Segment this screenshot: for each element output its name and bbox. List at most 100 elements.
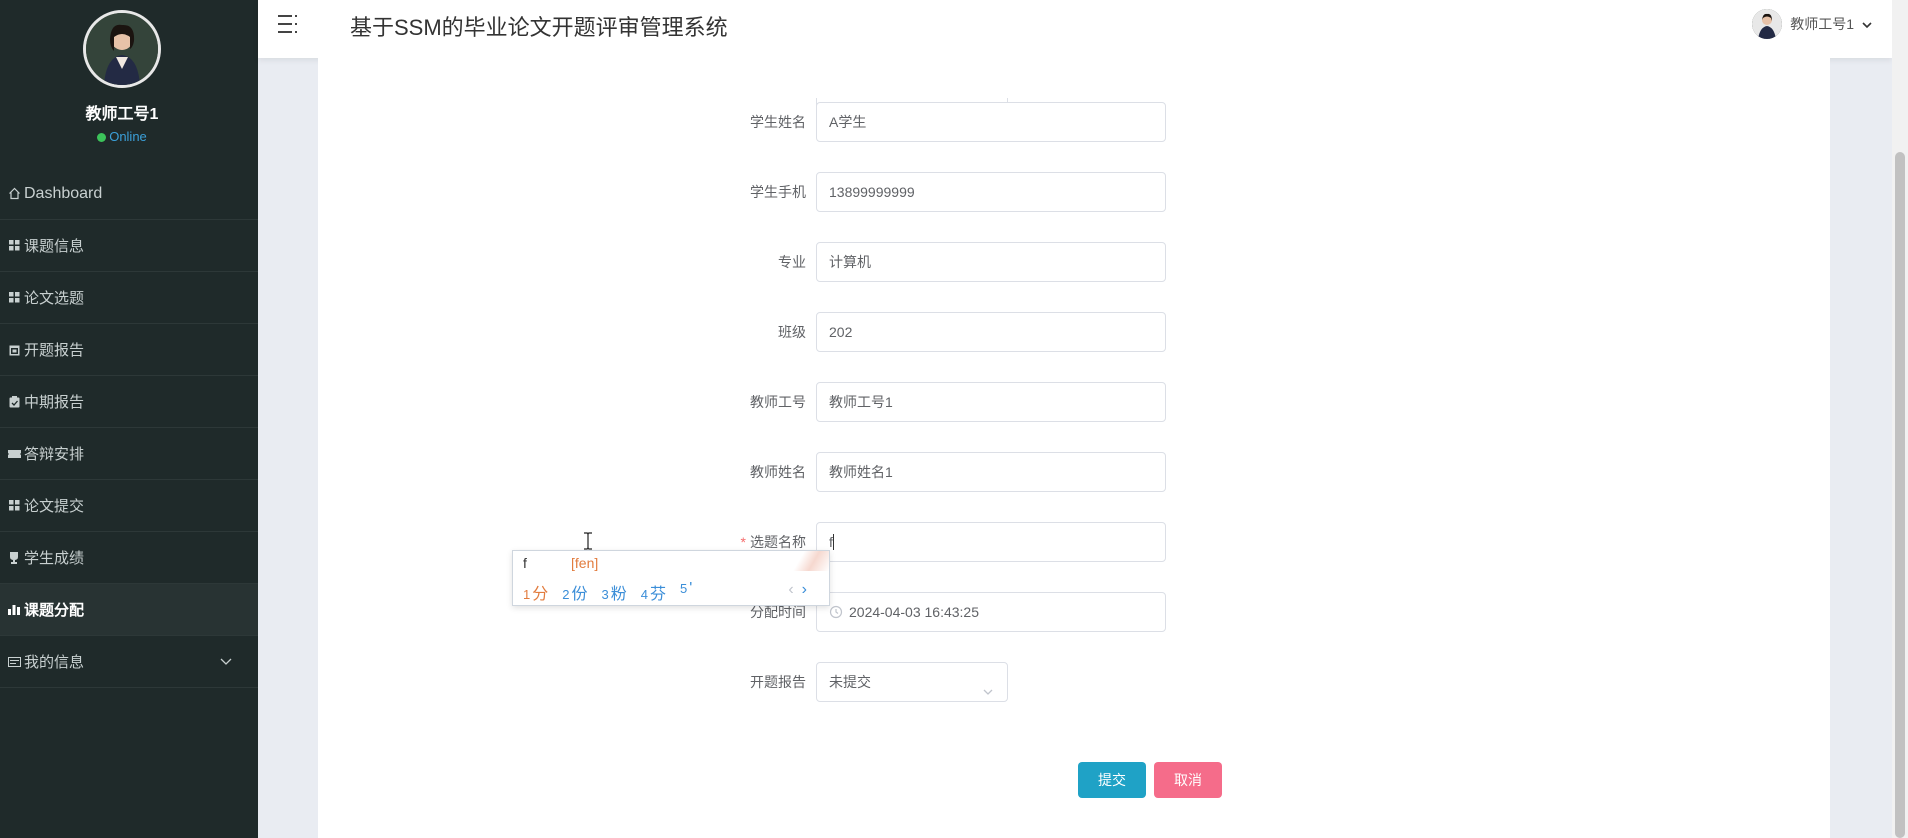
candidate-text: 份 xyxy=(571,586,588,603)
scrollbar-thumb[interactable] xyxy=(1895,152,1905,838)
field-label-text: 选题名称 xyxy=(750,534,806,550)
field-label: 教师工号 xyxy=(750,394,806,410)
sidebar-item-thesis-submission[interactable]: 论文提交 xyxy=(0,480,258,532)
menu-toggle-icon[interactable] xyxy=(276,12,300,36)
form-row-class: 班级 202 xyxy=(318,312,1218,352)
candidate-number: 1 xyxy=(523,587,531,602)
sidebar: 教师工号1 Online Dashboard 课题信息 论文选题 开题报告 中期… xyxy=(0,0,258,838)
sidebar-item-topic-info[interactable]: 课题信息 xyxy=(0,220,258,272)
ime-composition: f xyxy=(523,555,527,571)
sidebar-item-midterm-report[interactable]: 中期报告 xyxy=(0,376,258,428)
assign-time-picker[interactable]: 2024-04-03 16:43:25 xyxy=(816,592,1166,632)
opening-report-value: 未提交 xyxy=(829,674,871,690)
candidate-text: 分 xyxy=(532,586,549,603)
grid-icon xyxy=(6,238,22,254)
grid-icon xyxy=(6,290,22,306)
ime-candidate[interactable]: 5 ' xyxy=(680,580,692,604)
ime-prev-page-icon[interactable]: ‹ xyxy=(788,581,793,598)
grid-icon xyxy=(6,498,22,514)
sidebar-item-label: 论文选题 xyxy=(24,290,85,307)
ime-candidate[interactable]: 1分 xyxy=(523,580,548,604)
teacher-name-input[interactable]: 教师姓名1 xyxy=(816,452,1166,492)
ticket-icon xyxy=(6,446,22,462)
class-input[interactable]: 202 xyxy=(816,312,1166,352)
form-row-teacher-id: 教师工号 教师工号1 xyxy=(318,382,1218,422)
candidate-number: 3 xyxy=(601,587,609,602)
major-input[interactable]: 计算机 xyxy=(816,242,1166,282)
candidate-number: 2 xyxy=(562,587,570,602)
field-label: 教师姓名 xyxy=(750,464,806,480)
form-row-teacher-name: 教师姓名 教师姓名1 xyxy=(318,452,1218,492)
trophy-icon xyxy=(6,550,22,566)
ime-skin-decoration xyxy=(789,551,829,571)
form-row-opening-report: 开题报告 未提交 xyxy=(318,662,1218,702)
sidebar-item-opening-report[interactable]: 开题报告 xyxy=(0,324,258,376)
sidebar-item-label: 开题报告 xyxy=(24,342,85,359)
cancel-button[interactable]: 取消 xyxy=(1154,762,1222,798)
ime-page-nav: ‹ › xyxy=(788,581,807,599)
ime-candidate[interactable]: 2份 xyxy=(562,580,587,604)
chevron-down-icon xyxy=(220,653,232,670)
opening-report-select[interactable]: 未提交 xyxy=(816,662,1008,702)
chevron-down-icon xyxy=(1862,16,1872,32)
sidebar-item-label: 答辩安排 xyxy=(24,446,85,463)
required-mark: * xyxy=(740,534,746,550)
status-text: Online xyxy=(109,129,147,144)
teacher-id-input[interactable]: 教师工号1 xyxy=(816,382,1166,422)
ime-candidate-popup: f [fen] 1分 2份 3粉 4芬 5 ' ‹ › xyxy=(512,550,830,606)
student-phone-input[interactable]: 13899999999 xyxy=(816,172,1166,212)
sidebar-item-label: 课题信息 xyxy=(24,238,85,255)
online-status: Online xyxy=(0,129,244,144)
sidebar-item-dashboard[interactable]: Dashboard xyxy=(0,168,258,220)
sidebar-item-label: 我的信息 xyxy=(24,654,85,671)
candidate-number: 5 xyxy=(680,581,688,596)
form-row-student-phone: 学生手机 13899999999 xyxy=(318,172,1218,212)
sidebar-item-label: 课题分配 xyxy=(24,602,85,619)
sidebar-item-thesis-selection[interactable]: 论文选题 xyxy=(0,272,258,324)
id-card-icon xyxy=(6,654,22,670)
status-dot-icon xyxy=(97,133,107,142)
sidebar-menu: Dashboard 课题信息 论文选题 开题报告 中期报告 答辩安排 论文提交 … xyxy=(0,168,258,688)
field-label: 学生姓名 xyxy=(750,114,806,130)
bar-chart-icon xyxy=(6,602,22,618)
sidebar-item-label: 中期报告 xyxy=(24,394,85,411)
calendar-icon xyxy=(6,342,22,358)
field-label: 学生手机 xyxy=(750,184,806,200)
candidate-text: 芬 xyxy=(649,586,666,603)
ime-candidate-list: 1分 2份 3粉 4芬 5 ' xyxy=(523,580,692,604)
avatar xyxy=(83,10,161,88)
ibeam-cursor-icon xyxy=(582,532,594,550)
page-scrollbar[interactable] xyxy=(1892,0,1908,838)
topic-name-input[interactable]: f xyxy=(816,522,1166,562)
clock-icon xyxy=(829,595,843,619)
ime-candidate[interactable]: 4芬 xyxy=(641,580,666,604)
assign-time-value: 2024-04-03 16:43:25 xyxy=(849,604,979,620)
header-user-name: 教师工号1 xyxy=(1790,16,1854,32)
header-avatar xyxy=(1752,9,1783,39)
form-card: 学生姓名 A学生 学生手机 13899999999 专业 计算机 班级 202 … xyxy=(318,58,1830,838)
candidate-text: 粉 xyxy=(610,586,627,603)
app-title: 基于SSM的毕业论文开题评审管理系统 xyxy=(350,15,728,40)
field-label: 班级 xyxy=(778,324,806,340)
sidebar-item-topic-assignment[interactable]: 课题分配 xyxy=(0,584,258,636)
field-label: 专业 xyxy=(778,254,806,270)
user-menu[interactable]: 教师工号1 xyxy=(1752,9,1872,39)
student-name-input[interactable]: A学生 xyxy=(816,102,1166,142)
submit-button[interactable]: 提交 xyxy=(1078,762,1146,798)
sidebar-item-defense-schedule[interactable]: 答辩安排 xyxy=(0,428,258,480)
ime-candidate[interactable]: 3粉 xyxy=(602,580,627,604)
candidate-text: ' xyxy=(689,580,693,597)
user-name: 教师工号1 xyxy=(85,106,159,123)
sidebar-item-my-info[interactable]: 我的信息 xyxy=(0,636,258,688)
candidate-number: 4 xyxy=(640,587,648,602)
sidebar-item-student-grades[interactable]: 学生成绩 xyxy=(0,532,258,584)
ime-next-page-icon[interactable]: › xyxy=(802,581,807,598)
text-caret xyxy=(832,534,834,550)
clipboard-icon xyxy=(6,394,22,410)
field-label: 开题报告 xyxy=(750,674,806,690)
form-row-student-name: 学生姓名 A学生 xyxy=(318,102,1218,142)
sidebar-item-label: 论文提交 xyxy=(24,498,85,515)
chevron-down-icon xyxy=(981,675,995,695)
form-row-major: 专业 计算机 xyxy=(318,242,1218,282)
ime-pinyin: [fen] xyxy=(571,555,599,571)
